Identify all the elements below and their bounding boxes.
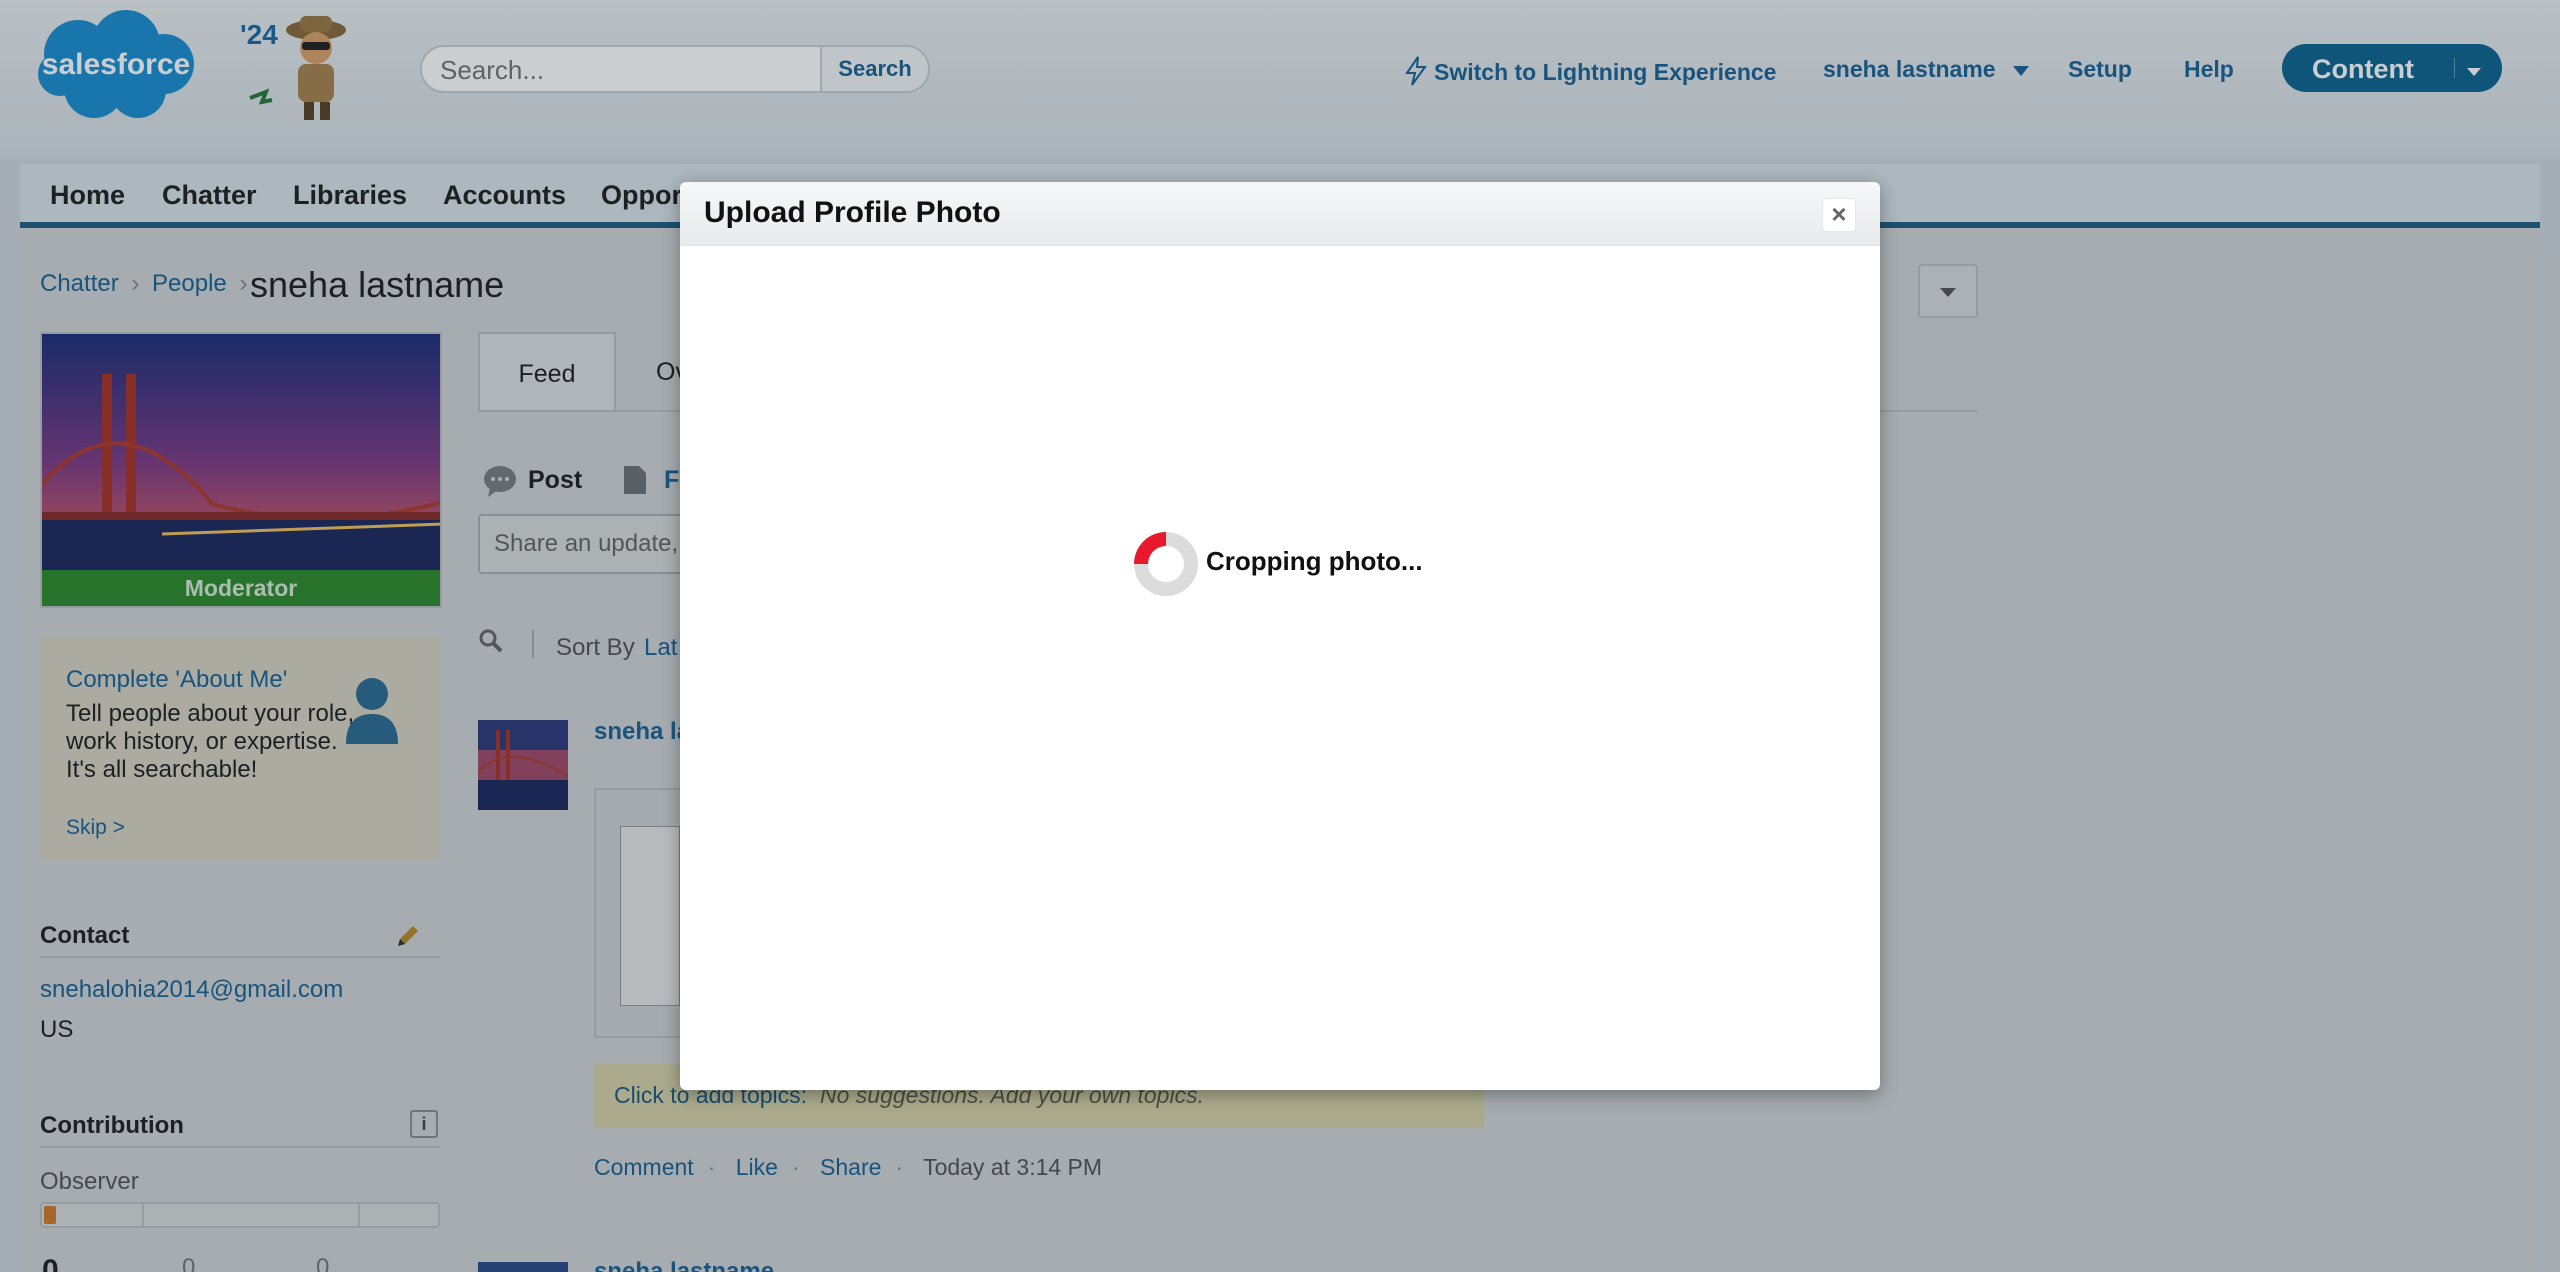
- upload-photo-dialog: Upload Profile Photo × Cropping photo...: [680, 182, 1880, 1090]
- dialog-header: Upload Profile Photo ×: [680, 182, 1880, 246]
- status-text: Cropping photo...: [1206, 546, 1423, 576]
- close-icon[interactable]: ×: [1822, 198, 1856, 232]
- dialog-title: Upload Profile Photo: [704, 196, 1001, 229]
- loading-spinner-icon: [1134, 532, 1198, 596]
